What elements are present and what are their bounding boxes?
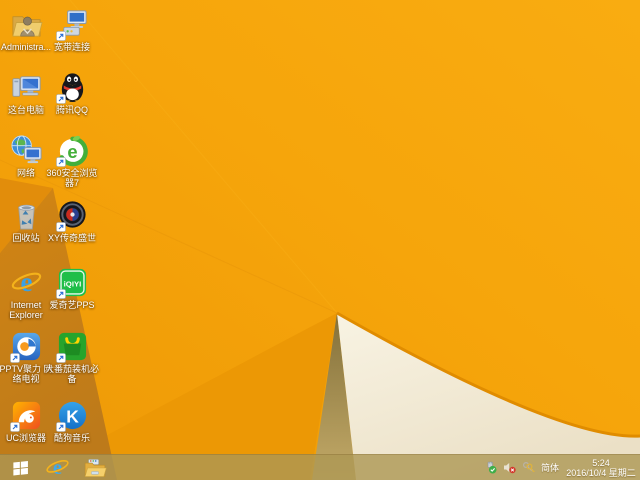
ie-icon: e [45, 457, 69, 479]
icon-label: 360安全浏览器7 [46, 168, 98, 188]
desktop: Administra... 宽带连接 这台电脑 腾讯QQ 网络 e 360安全浏… [0, 0, 640, 480]
broadband-monitors-icon [55, 8, 89, 41]
security-keys-icon[interactable] [522, 461, 535, 474]
desktop-icon-tomato[interactable]: 大番茄装机必备 [44, 330, 99, 384]
shortcut-arrow-icon [9, 422, 20, 432]
desktop-icon-360-browser[interactable]: e 360安全浏览器7 [46, 134, 98, 188]
svg-text:e: e [67, 141, 77, 162]
qq-penguin-icon [55, 71, 89, 104]
shortcut-arrow-icon [55, 94, 66, 104]
shopping-bag-icon [55, 330, 89, 363]
shortcut-arrow-icon [55, 157, 66, 167]
desktop-icon-kugou[interactable]: K 酷狗音乐 [46, 399, 98, 443]
kugou-k-icon: K [55, 399, 89, 432]
hardware-safely-remove-icon[interactable] [484, 461, 497, 474]
svg-text:iQIYI: iQIYI [63, 279, 81, 288]
network-globe-icon [10, 134, 43, 167]
icon-label: 爱奇艺PPS [49, 300, 95, 310]
icon-label: XY传奇盛世 [47, 233, 96, 243]
icon-label: 腾讯QQ [55, 105, 88, 115]
desktop-icon-xy-game[interactable]: XY传奇盛世 [46, 199, 98, 243]
shortcut-arrow-icon [55, 31, 66, 41]
360-browser-e-icon: e [55, 134, 89, 167]
taskbar-internet-explorer-button[interactable]: e [42, 455, 72, 480]
taskbar-file-explorer-button[interactable] [80, 455, 110, 480]
taskbar: e 简体 5:24 2016/10/4 星期二 [0, 454, 640, 480]
system-tray: 简体 5:24 2016/10/4 星期二 [484, 455, 640, 480]
language-indicator[interactable]: 简体 [541, 461, 559, 474]
svg-text:e: e [20, 267, 32, 297]
computer-icon [10, 71, 43, 104]
icon-label: 宽带连接 [53, 42, 90, 52]
desktop-icon-internet-explorer[interactable]: e Internet Explorer [0, 266, 52, 320]
user-folder-icon [10, 8, 43, 41]
svg-text:K: K [66, 406, 79, 426]
uc-squirrel-icon [9, 399, 43, 432]
desktop-icon-iqiyi[interactable]: iQIYI 爱奇艺PPS [46, 266, 98, 310]
game-emblem-icon [55, 199, 89, 232]
iqiyi-logo-icon: iQIYI [55, 266, 89, 299]
start-button[interactable] [4, 455, 36, 480]
clock-date: 2016/10/4 星期二 [566, 467, 636, 478]
icon-label: 大番茄装机必备 [44, 364, 99, 384]
folder-icon [84, 458, 107, 477]
windows-logo-icon [12, 460, 28, 476]
shortcut-arrow-icon [55, 222, 66, 232]
shortcut-arrow-icon [55, 353, 66, 363]
desktop-icon-broadband[interactable]: 宽带连接 [46, 8, 98, 52]
shortcut-arrow-icon [55, 422, 66, 432]
shortcut-arrow-icon [55, 289, 66, 299]
icon-label: 酷狗音乐 [53, 433, 90, 443]
desktop-icon-qq[interactable]: 腾讯QQ [46, 71, 98, 115]
pptv-logo-icon [9, 330, 43, 363]
ie-logo-icon: e [10, 266, 43, 299]
shortcut-arrow-icon [9, 353, 20, 363]
clock-time: 5:24 [592, 457, 610, 468]
volume-muted-icon[interactable] [503, 461, 516, 474]
taskbar-clock[interactable]: 5:24 2016/10/4 星期二 [565, 458, 637, 478]
recycle-bin-icon [10, 199, 43, 232]
